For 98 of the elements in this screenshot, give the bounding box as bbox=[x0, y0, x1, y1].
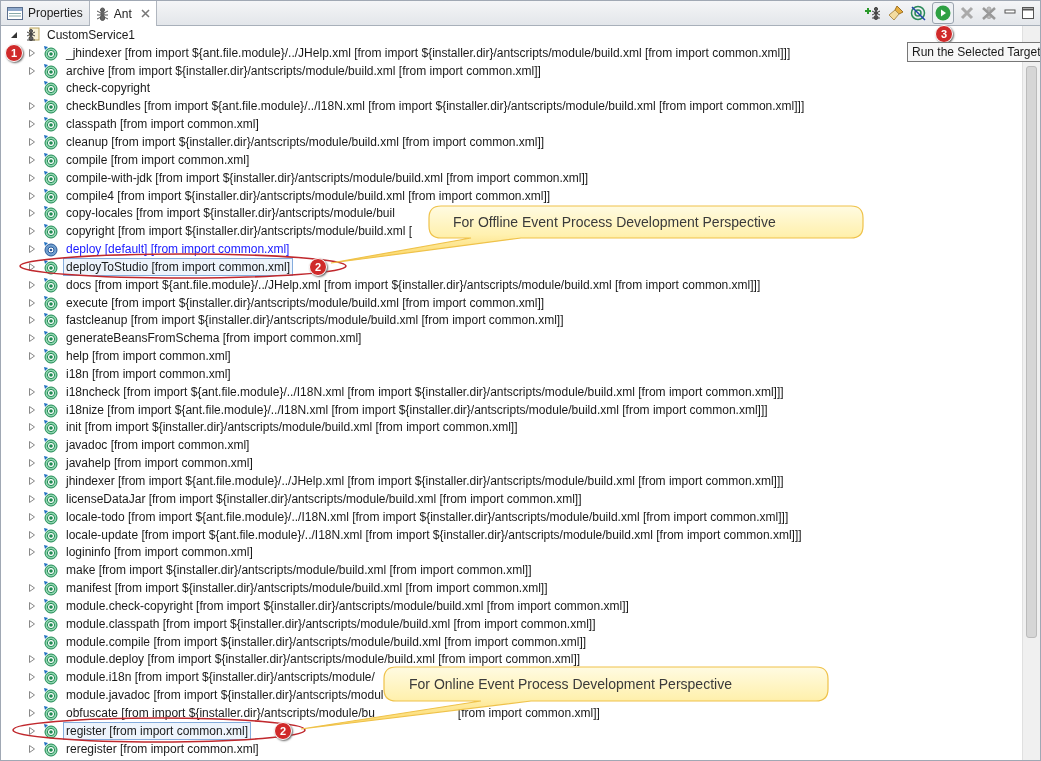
target-label[interactable]: fastcleanup [from import ${installer.dir}/antscripts/module/build.xml [from import common.xml]] bbox=[63, 311, 567, 330]
expand-arrow-icon[interactable] bbox=[29, 298, 35, 307]
expand-arrow-icon[interactable] bbox=[29, 405, 35, 414]
expand-arrow-icon[interactable] bbox=[29, 102, 35, 111]
callout-text: For Online Event Process Development Perspective bbox=[409, 676, 732, 692]
expand-arrow-icon[interactable] bbox=[29, 423, 35, 432]
target-label[interactable]: i18n [from import common.xml] bbox=[63, 364, 234, 383]
expand-arrow-icon[interactable] bbox=[29, 673, 35, 682]
target-label[interactable]: licenseDataJar [from import ${installer.dir}/antscripts/module/build.xml [from import common.xml]] bbox=[63, 489, 585, 508]
expand-arrow-icon[interactable] bbox=[29, 155, 35, 164]
expand-arrow-icon[interactable] bbox=[29, 548, 35, 557]
target-label[interactable]: archive [from import ${installer.dir}/antscripts/module/build.xml [from import common.xml]] bbox=[63, 61, 544, 80]
target-label[interactable]: module.javadoc [from import ${installer.dir}/antscripts/modul bbox=[63, 686, 387, 705]
expand-arrow-icon[interactable] bbox=[29, 334, 35, 343]
expand-arrow-icon[interactable] bbox=[29, 66, 35, 75]
target-label[interactable]: make [from import ${installer.dir}/antscripts/module/build.xml [from import common.xml]] bbox=[63, 561, 535, 580]
run-button[interactable] bbox=[932, 2, 954, 24]
step-badge: 2 bbox=[274, 722, 292, 740]
expand-arrow-icon[interactable] bbox=[29, 209, 35, 218]
expand-arrow-icon[interactable] bbox=[29, 120, 35, 129]
expand-arrow-icon[interactable] bbox=[29, 744, 35, 753]
target-label[interactable]: copy-locales [from import ${installer.dir}/antscripts/module/buil bbox=[63, 204, 398, 223]
target-label[interactable]: javahelp [from import common.xml] bbox=[63, 454, 256, 473]
target-label[interactable]: i18ncheck [from import ${ant.file.module}/../I18N.xml [from import ${installer.dir}/antscripts/module/build.xml [from import common.xml]]] bbox=[63, 382, 787, 401]
target-label[interactable]: cleanup [from import ${installer.dir}/antscripts/module/build.xml [from import common.xml]] bbox=[63, 133, 548, 151]
expand-arrow-icon[interactable] bbox=[29, 227, 35, 236]
target-label[interactable]: locale-update [from import ${ant.file.module}/../I18N.xml [from import ${installer.dir}/antscripts/module/build.xml [from import common.xml]]] bbox=[63, 525, 805, 544]
brush-icon[interactable] bbox=[888, 5, 904, 21]
target-label[interactable]: register [from import common.xml] bbox=[63, 721, 252, 740]
expand-arrow-icon[interactable] bbox=[29, 48, 35, 57]
target-label[interactable]: locale-todo [from import ${ant.file.module}/../I18N.xml [from import ${installer.dir}/antscripts/module/build.xml [from import common.xml]]] bbox=[63, 507, 792, 526]
target-label[interactable]: module.classpath [from import ${installer.dir}/antscripts/module/build.xml [from import common.xml]] bbox=[63, 614, 599, 633]
hide-target-icon[interactable] bbox=[910, 5, 926, 21]
expand-arrow-icon[interactable] bbox=[29, 691, 35, 700]
step-badge: 1 bbox=[5, 44, 23, 62]
tooltip: Run the Selected Target bbox=[907, 42, 1040, 62]
ant-icon bbox=[95, 6, 109, 21]
target-label[interactable]: obfuscate [from import ${installer.dir}/antscripts/module/bu bbox=[63, 704, 378, 722]
target-label[interactable]: i18nize [from import ${ant.file.module}/../I18N.xml [from import ${installer.dir}/antscripts/module/build.xml [from import common.xml]]] bbox=[63, 400, 771, 419]
project-label[interactable]: CustomService1 bbox=[44, 25, 139, 44]
target-label[interactable]: init [from import ${installer.dir}/antscripts/module/build.xml [from import common.xml]] bbox=[63, 418, 521, 437]
expand-arrow-icon[interactable] bbox=[29, 280, 35, 289]
target-label[interactable]: manifest [from import ${installer.dir}/antscripts/module/build.xml [from import common.xml]] bbox=[63, 579, 551, 598]
expand-arrow-icon[interactable] bbox=[29, 352, 35, 361]
expand-arrow-icon[interactable] bbox=[29, 726, 35, 735]
step-badge: 2 bbox=[309, 258, 327, 276]
expand-arrow-icon[interactable] bbox=[29, 512, 35, 521]
maximize-icon[interactable] bbox=[1022, 7, 1034, 19]
expand-arrow-icon[interactable] bbox=[29, 530, 35, 539]
expand-arrow-icon[interactable] bbox=[29, 655, 35, 664]
target-label[interactable]: module.i18n [from import ${installer.dir}/antscripts/module/ bbox=[63, 668, 378, 687]
target-label[interactable]: execute [from import ${installer.dir}/antscripts/module/build.xml [from import common.xml]] bbox=[63, 293, 548, 312]
target-label[interactable]: check-copyright bbox=[63, 79, 154, 98]
target-label[interactable]: compile4 [from import ${installer.dir}/antscripts/module/build.xml [from import common.xml]] bbox=[63, 186, 554, 205]
expand-arrow-icon[interactable] bbox=[29, 173, 35, 182]
expand-arrow-icon[interactable] bbox=[29, 709, 35, 717]
step-badge: 3 bbox=[935, 25, 953, 43]
view-tab[interactable]: Ant bbox=[89, 1, 157, 26]
target-label[interactable]: reregister [from import common.xml] bbox=[63, 739, 262, 758]
expand-arrow-icon[interactable] bbox=[29, 262, 35, 271]
target-label[interactable]: classpath [from import common.xml] bbox=[63, 115, 262, 134]
target-label[interactable]: generateBeansFromSchema [from import common.xml] bbox=[63, 329, 365, 348]
expand-arrow-icon[interactable] bbox=[29, 619, 35, 628]
add-ant-icon[interactable] bbox=[864, 5, 882, 21]
target-label[interactable]: help [from import common.xml] bbox=[63, 347, 234, 366]
list-icon bbox=[7, 6, 23, 20]
collapse-arrow-icon[interactable] bbox=[11, 31, 17, 38]
target-label[interactable]: _jhindexer [from import ${ant.file.module}/../JHelp.xml [from import ${installer.dir}/antscripts/module/build.xml [from import common.xml]]] bbox=[63, 43, 794, 62]
target-label[interactable]: logininfo [from import common.xml] bbox=[63, 543, 256, 562]
view-tab[interactable]: Properties bbox=[1, 1, 90, 25]
expand-arrow-icon[interactable] bbox=[29, 387, 35, 396]
expand-arrow-icon[interactable] bbox=[29, 477, 35, 485]
expand-arrow-icon[interactable] bbox=[29, 191, 35, 200]
expand-arrow-icon[interactable] bbox=[29, 245, 35, 254]
target-label[interactable]: deploy [default] [from import common.xml] bbox=[63, 240, 293, 259]
target-label[interactable]: jhindexer [from import ${ant.file.module}/../JHelp.xml [from import ${installer.dir}/antscripts/module/build.xml [from import common.xml]]] bbox=[63, 472, 787, 490]
ant-file-icon bbox=[25, 27, 40, 43]
target-label[interactable]: module.compile [from import ${installer.dir}/antscripts/module/build.xml [from import common.xml]] bbox=[63, 632, 590, 651]
callout-text: For Offline Event Process Development Perspective bbox=[453, 214, 776, 230]
target-label[interactable]: deployToStudio [from import common.xml] bbox=[63, 257, 294, 276]
expand-arrow-icon[interactable] bbox=[29, 316, 35, 325]
target-label[interactable]: module.check-copyright [from import ${installer.dir}/antscripts/module/build.xml [from import common.xml]] bbox=[63, 596, 632, 615]
expand-arrow-icon[interactable] bbox=[29, 584, 35, 593]
remove-icon[interactable] bbox=[960, 6, 974, 20]
target-label[interactable]: module.deploy [from import ${installer.dir}/antscripts/module/build.xml [from import common.xml]] bbox=[63, 650, 584, 669]
remove-all-icon[interactable] bbox=[980, 5, 998, 21]
expand-arrow-icon[interactable] bbox=[29, 494, 35, 503]
expand-arrow-icon[interactable] bbox=[29, 138, 35, 146]
target-label[interactable]: docs [from import ${ant.file.module}/../JHelp.xml [from import ${installer.dir}/antscripts/module/build.xml [from import common.xml]]] bbox=[63, 275, 764, 294]
target-label[interactable]: copyright [from import ${installer.dir}/antscripts/module/build.xml [ bbox=[63, 222, 416, 241]
expand-arrow-icon[interactable] bbox=[29, 459, 35, 468]
close-icon[interactable] bbox=[140, 9, 150, 18]
target-label[interactable]: compile-with-jdk [from import ${installer.dir}/antscripts/module/build.xml [from import common.xml]] bbox=[63, 168, 592, 187]
expand-arrow-icon[interactable] bbox=[29, 601, 35, 610]
target-label[interactable]: compile [from import common.xml] bbox=[63, 150, 253, 169]
target-label[interactable]: checkBundles [from import ${ant.file.module}/../I18N.xml [from import ${installer.dir}/antscripts/module/build.xml [from import common.xml]]] bbox=[63, 97, 808, 116]
expand-arrow-icon[interactable] bbox=[29, 441, 35, 450]
target-label[interactable]: javadoc [from import common.xml] bbox=[63, 436, 253, 455]
